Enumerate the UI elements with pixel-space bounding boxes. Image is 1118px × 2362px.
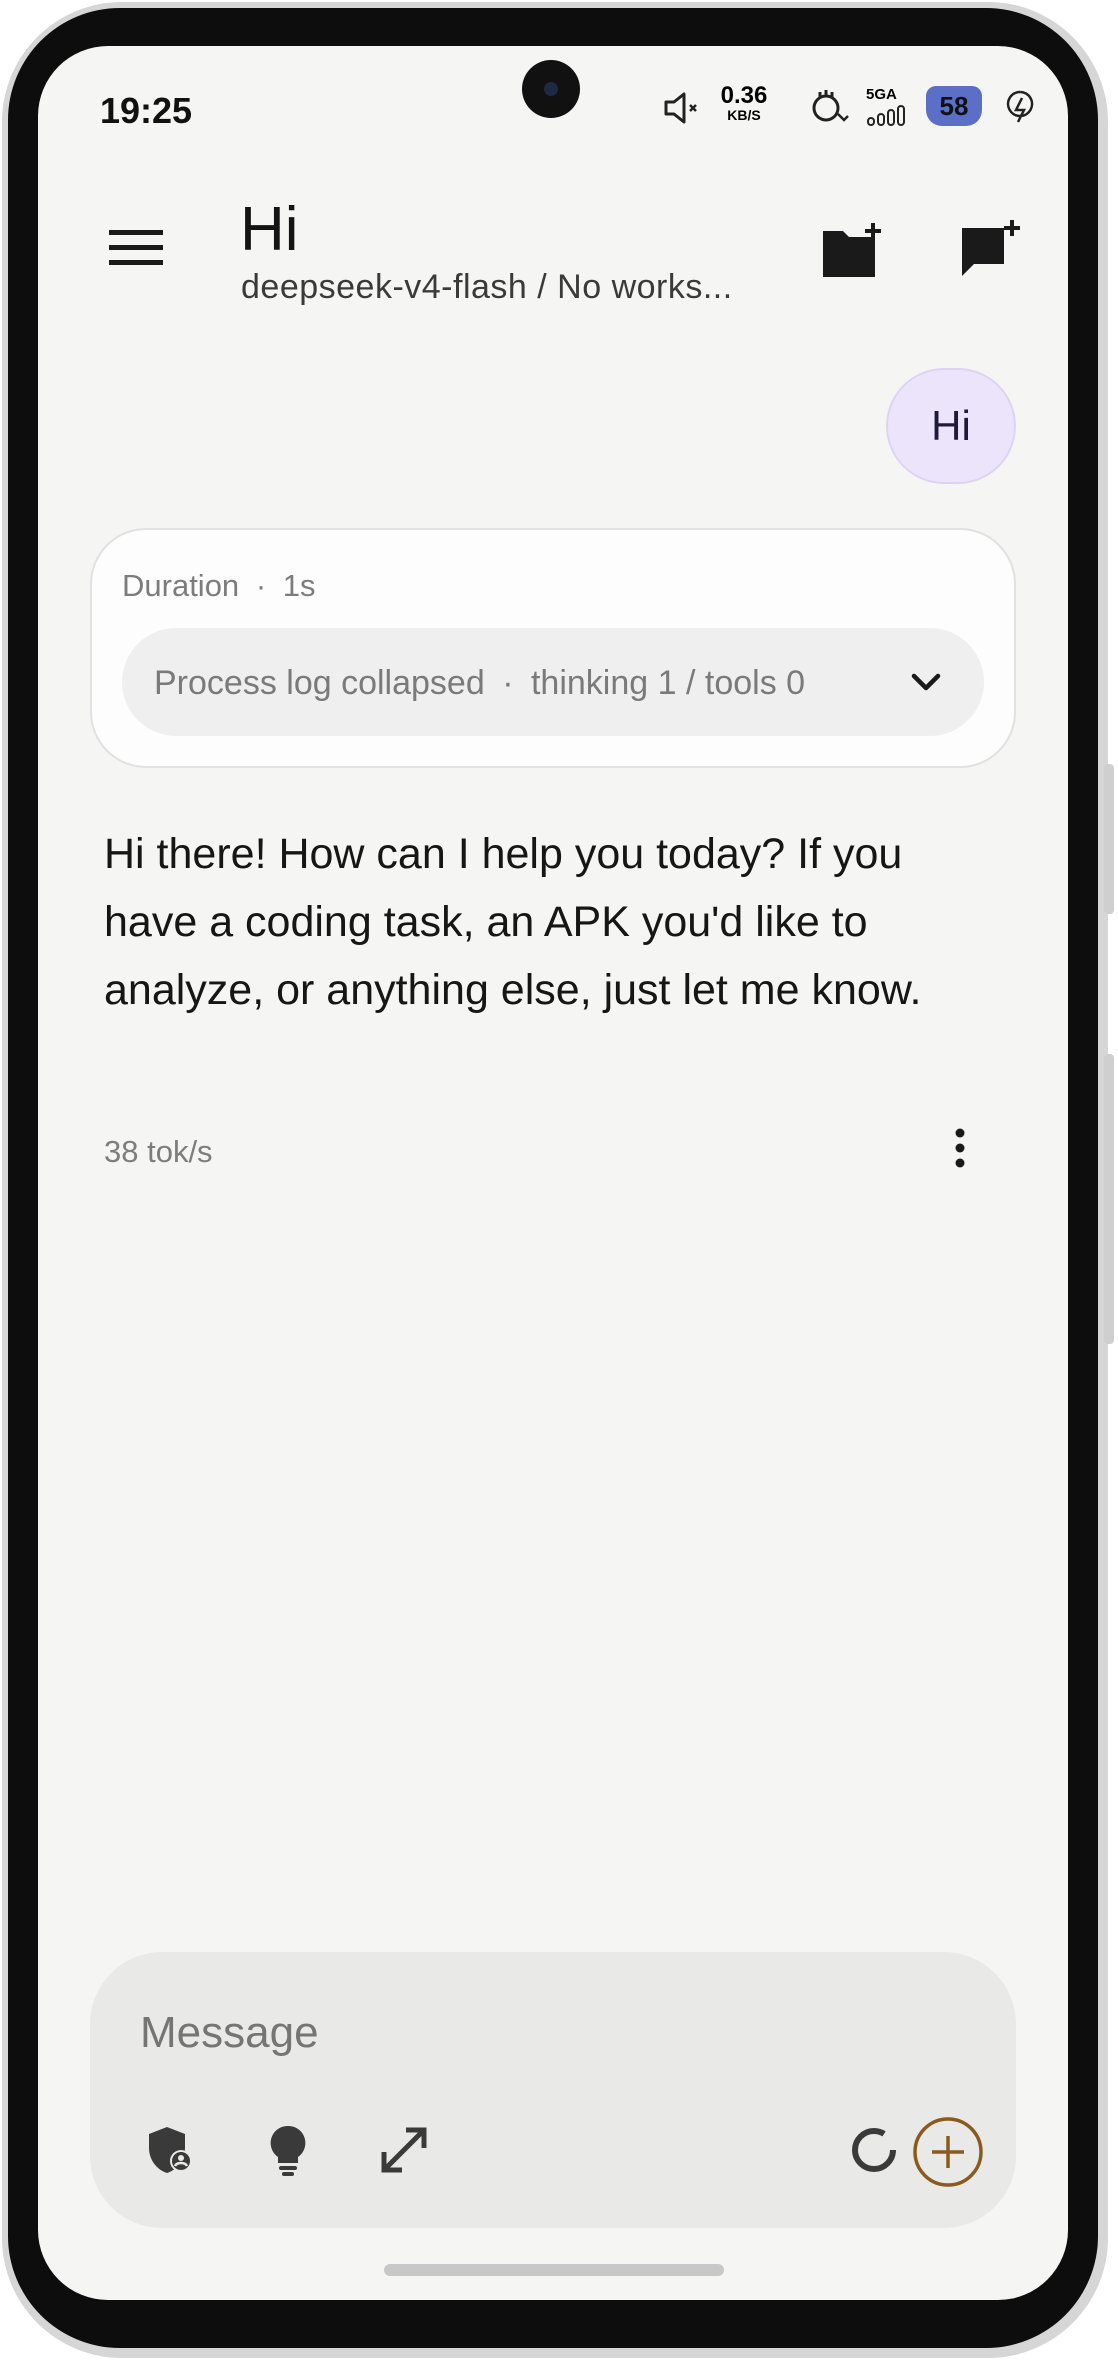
chevron-down-icon [911, 673, 941, 691]
home-indicator[interactable] [384, 2264, 724, 2276]
charging-icon [1006, 90, 1034, 123]
add-attachment-button[interactable] [912, 2116, 984, 2188]
network-speed-unit: KB/S [727, 107, 761, 123]
create-new-folder-icon [823, 223, 881, 277]
tokens-per-second: 38 tok/s [104, 1134, 213, 1169]
new-folder-button[interactable] [820, 216, 890, 286]
add-comment-icon [962, 220, 1020, 276]
expand-icon [381, 2127, 427, 2173]
process-log-status: Process log collapsed [154, 664, 485, 702]
add-circle-icon [913, 2117, 983, 2187]
message-more-button[interactable] [936, 1118, 984, 1178]
shield-person-icon [149, 2127, 192, 2173]
page-title: Hi [240, 195, 299, 264]
process-card: Duration · 1s Process log collapsed · th… [90, 528, 1016, 768]
context-usage-indicator[interactable] [842, 2118, 906, 2182]
status-time: 19:25 [100, 90, 193, 131]
network-type: 5GA [866, 86, 897, 103]
process-log-separator: · [502, 664, 514, 702]
process-log-details: thinking 1 / tools 0 [530, 664, 806, 702]
side-button-lower [1104, 1054, 1114, 1344]
data-saver-icon [812, 90, 849, 122]
assistant-message: Hi there! How can I help you today? If y… [104, 830, 922, 1014]
screen: 19:25 0.36 KB/S 5GA 58 Hi deepseek-v4-fl… [38, 46, 1068, 2300]
network-speed: 0.36 KB/S [714, 82, 774, 123]
duration-label: Duration [122, 568, 240, 603]
signal-icon [867, 105, 905, 126]
lightbulb-icon [270, 2125, 306, 2176]
process-log-text: Process log collapsed · thinking 1 / too… [154, 664, 805, 703]
user-message-bubble[interactable]: Hi [886, 368, 1016, 484]
network-speed-value: 0.36 [720, 82, 768, 109]
menu-button[interactable] [104, 216, 168, 280]
permissions-button[interactable] [140, 2120, 200, 2180]
duration-row: Duration · 1s [122, 568, 316, 604]
loading-ring-icon [852, 2128, 896, 2172]
duration-value: 1s [282, 568, 316, 603]
composer [90, 1952, 1016, 2228]
thinking-toggle-button[interactable] [258, 2120, 318, 2180]
hamburger-menu-icon [109, 230, 163, 265]
mute-icon [664, 92, 697, 124]
process-log-toggle[interactable]: Process log collapsed · thinking 1 / too… [122, 628, 984, 736]
more-vert-icon [955, 1128, 965, 1168]
side-button-upper [1104, 764, 1114, 914]
phone-frame: 19:25 0.36 KB/S 5GA 58 Hi deepseek-v4-fl… [0, 0, 1118, 2362]
front-camera [522, 60, 580, 118]
expand-composer-button[interactable] [374, 2120, 434, 2180]
battery-indicator: 58 [926, 86, 982, 126]
duration-separator: · [255, 568, 267, 603]
new-chat-button[interactable] [956, 214, 1030, 288]
message-input[interactable] [140, 2008, 840, 2058]
model-workspace-subtitle[interactable]: deepseek-v4-flash / No works... [241, 268, 733, 307]
